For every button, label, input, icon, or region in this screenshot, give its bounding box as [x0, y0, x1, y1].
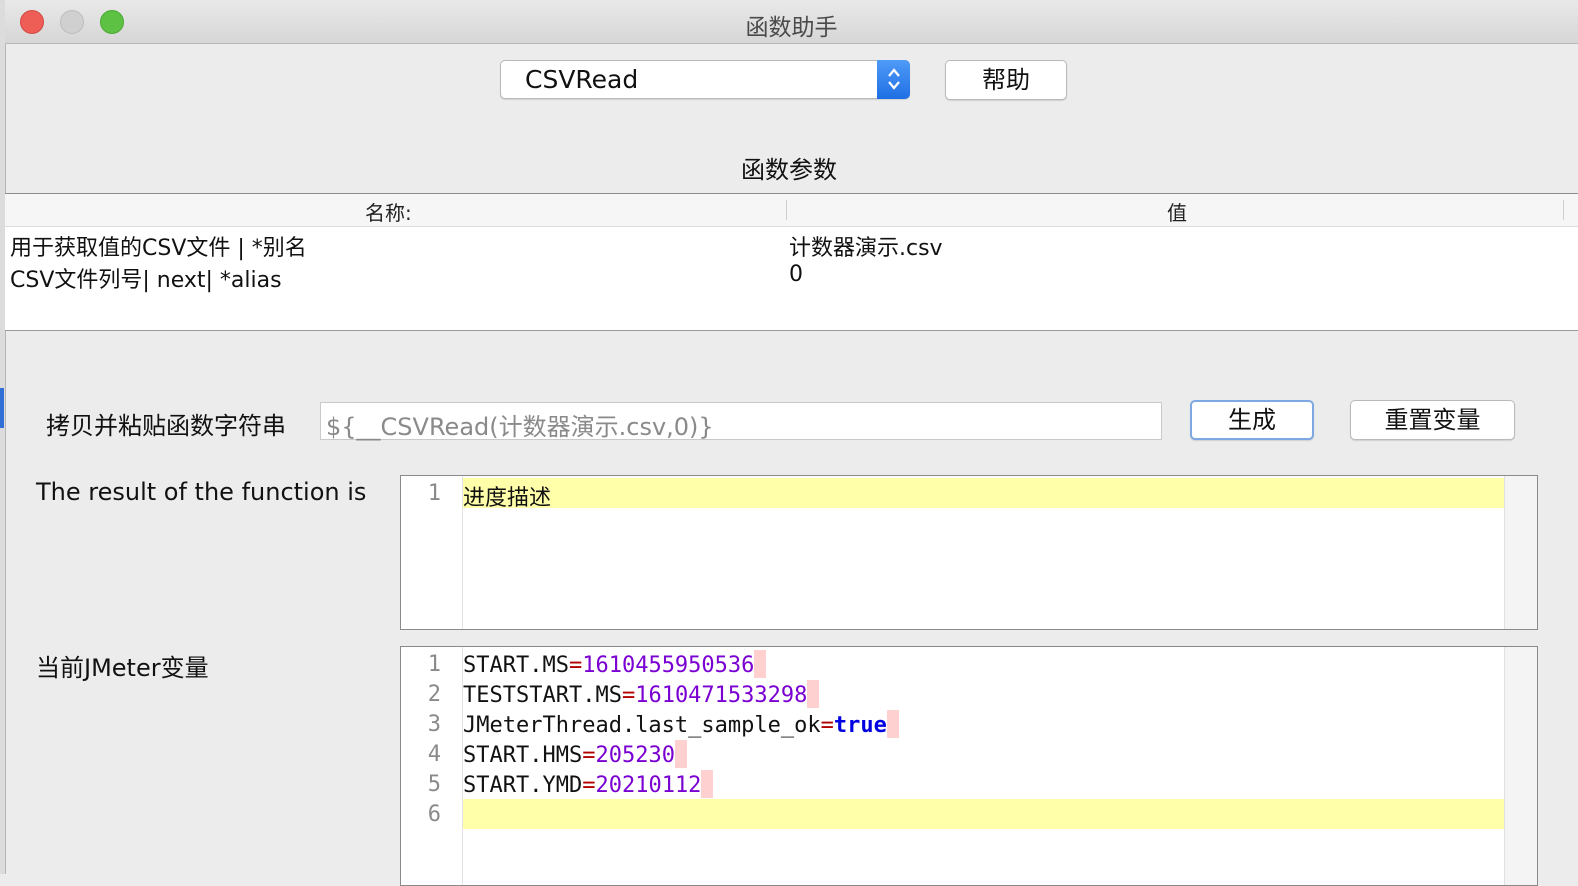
equals-operator: = — [582, 743, 596, 768]
variable-value: 20210112 — [595, 773, 702, 798]
title-bar: 函数助手 — [5, 0, 1578, 44]
current-line-highlight — [463, 478, 1504, 508]
equals-operator: = — [582, 773, 596, 798]
variable-key: TESTSTART.MS — [463, 683, 622, 708]
params-table-header: 名称: 值 — [5, 194, 1578, 227]
line-number: 1 — [427, 481, 441, 506]
variable-value: 205230 — [595, 743, 675, 768]
params-section-title: 函数参数 — [741, 156, 837, 184]
variable-key: JMeterThread.last_sample_ok — [463, 713, 821, 738]
line-number: 4 — [427, 742, 441, 767]
params-table: 名称: 值 用于获取值的CSV文件 | *别名 计数器演示.csv CSV文件列… — [5, 193, 1578, 331]
column-divider — [786, 200, 787, 220]
vertical-scrollbar[interactable] — [1504, 476, 1537, 629]
equals-operator: = — [820, 713, 834, 738]
current-line-highlight — [463, 799, 1504, 829]
param-name-cell[interactable]: CSV文件列号| next| *alias — [10, 262, 282, 294]
variable-key: START.HMS — [463, 743, 583, 768]
variable-key: START.YMD — [463, 773, 583, 798]
result-label: The result of the function is — [36, 478, 367, 506]
column-header-value[interactable]: 值 — [1167, 197, 1187, 226]
variable-line: TESTSTART.MS=1610471533298 — [463, 680, 820, 708]
param-value-cell[interactable]: 0 — [789, 262, 803, 287]
variable-key: START.MS — [463, 653, 569, 678]
variable-line: START.YMD=20210112 — [463, 770, 714, 798]
variable-line: START.HMS=205230 — [463, 740, 687, 768]
function-string-value: ${__CSVRead(计数器演示.csv,0)} — [326, 413, 714, 441]
help-button[interactable]: 帮助 — [945, 60, 1067, 100]
variables-label: 当前JMeter变量 — [36, 654, 209, 682]
line-number: 5 — [427, 772, 441, 797]
equals-operator: = — [621, 683, 636, 708]
select-stepper-icon[interactable] — [877, 60, 910, 99]
param-value-cell[interactable]: 计数器演示.csv — [789, 230, 943, 262]
line-number: 6 — [427, 802, 441, 827]
eol-marker — [674, 740, 687, 768]
eol-marker — [886, 710, 899, 738]
variable-value: 1610455950536 — [582, 653, 755, 678]
variable-line: JMeterThread.last_sample_ok=true — [463, 710, 899, 738]
line-number: 1 — [427, 652, 441, 677]
equals-operator: = — [568, 653, 583, 678]
window-title: 函数助手 — [745, 15, 838, 41]
variable-value: 1610471533298 — [635, 683, 808, 708]
background-window-edge — [0, 0, 6, 874]
vertical-scrollbar[interactable] — [1504, 647, 1537, 885]
result-text: 进度描述 — [463, 486, 552, 511]
eol-marker — [754, 650, 767, 678]
function-string-field[interactable]: ${__CSVRead(计数器演示.csv,0)} — [320, 402, 1162, 441]
eol-marker — [807, 680, 820, 708]
function-select[interactable]: CSVRead — [500, 60, 910, 99]
result-editor[interactable]: 1 进度描述 — [400, 475, 1538, 630]
eol-marker — [701, 770, 714, 798]
param-name-cell[interactable]: 用于获取值的CSV文件 | *别名 — [10, 230, 307, 262]
reset-variables-button[interactable]: 重置变量 — [1350, 400, 1515, 440]
function-select-value: CSVRead — [525, 65, 639, 94]
variable-line: START.MS=1610455950536 — [463, 650, 767, 678]
background-selection-marker — [0, 388, 4, 428]
line-number: 2 — [427, 682, 441, 707]
generate-button[interactable]: 生成 — [1190, 400, 1314, 440]
line-number: 3 — [427, 712, 441, 737]
variables-editor[interactable]: 1 START.MS=1610455950536 2 TESTSTART.MS=… — [400, 646, 1538, 886]
column-divider — [1563, 200, 1564, 220]
function-string-label: 拷贝并粘贴函数字符串 — [46, 412, 286, 440]
column-header-name[interactable]: 名称: — [365, 197, 412, 226]
variable-value: true — [833, 713, 887, 738]
